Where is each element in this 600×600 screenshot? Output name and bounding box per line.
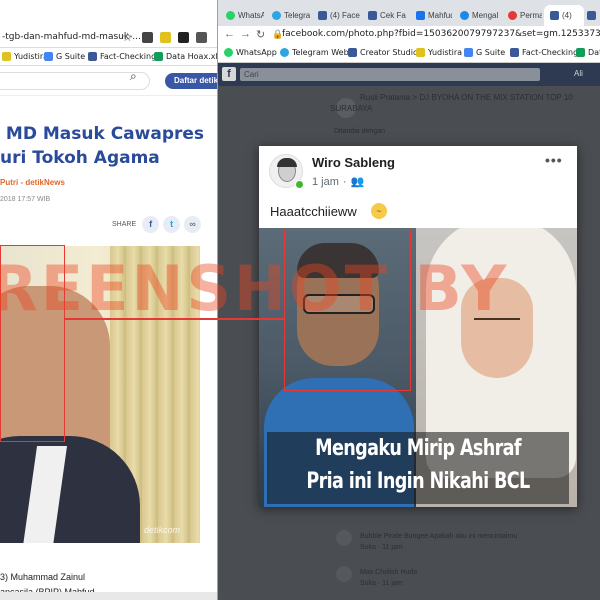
facebook-topbar: f Cari Ali: [218, 63, 600, 86]
comment-avatar: [336, 566, 352, 582]
facebook-icon: [318, 11, 327, 20]
facebook-logo-icon[interactable]: f: [222, 67, 236, 81]
facebook-icon: [88, 52, 97, 61]
daftar-button[interactable]: Daftar detik: [165, 73, 217, 89]
bookmark-item[interactable]: WhatsApp: [224, 48, 277, 57]
photo-watermark: detikcom: [143, 525, 180, 535]
telegram-icon: [272, 11, 281, 20]
dim-post-header: Rusli Pratama > DJ BYOHA ON THE MIX STAT…: [330, 93, 573, 113]
extension-icon[interactable]: [142, 32, 153, 43]
tab-active[interactable]: (4): [544, 5, 584, 26]
share-label: SHARE: [112, 220, 137, 228]
site-icon: [508, 11, 517, 20]
post-timestamp: 1 jam · 👥: [312, 175, 365, 189]
bookmark-item[interactable]: Fact-Checking: [510, 48, 578, 57]
bookmark-icon: [2, 52, 11, 61]
link-share-icon[interactable]: ∞: [184, 215, 202, 233]
bookmark-item[interactable]: Data: [576, 48, 600, 57]
gsuite-icon: [464, 48, 473, 57]
comment-text: Mas Cholish Huda Suka · 11 jam: [360, 569, 418, 587]
article-title: MD Masuk Cawapres uri Tokoh Agama: [0, 124, 205, 168]
left-address-bar[interactable]: -tgb-dan-mahfud-md-masuk-... ☆: [0, 28, 217, 48]
facebook-icon: [510, 48, 519, 57]
tab[interactable]: Perma: [502, 5, 542, 26]
bookmark-item[interactable]: G Suite: [464, 48, 505, 57]
tab[interactable]: Mahfud: [410, 5, 452, 26]
article-author[interactable]: Putri - detikNews: [0, 178, 65, 187]
bookmark-item[interactable]: Creator Studio: [348, 48, 418, 57]
forward-icon[interactable]: →: [240, 28, 251, 40]
post-text: Haaatcchiieww: [270, 204, 357, 219]
back-icon[interactable]: ←: [224, 28, 235, 40]
detik-search-input[interactable]: [0, 72, 150, 90]
reload-icon[interactable]: ↻: [256, 28, 265, 41]
image-caption-box: Mengaku Mirip Ashraf Pria ini Ingin Nika…: [267, 432, 569, 504]
facebook-search-input[interactable]: Cari: [240, 68, 540, 81]
sheets-icon: [576, 48, 585, 57]
caption-line-2: Pria ini Ingin Nikahi BCL: [306, 469, 530, 494]
facebook-icon: [550, 11, 559, 20]
facebook-icon: [348, 48, 357, 57]
sneezing-face-icon: ~: [371, 203, 387, 219]
horizontal-scrollbar[interactable]: [0, 592, 217, 600]
more-options-icon[interactable]: •••: [545, 152, 563, 168]
dim-post-sub: Ditandai dengan: [334, 128, 385, 135]
bookmark-item[interactable]: Yudistira: [2, 52, 48, 61]
bookmark-star-icon[interactable]: ☆: [122, 30, 133, 44]
post-author-name[interactable]: Wiro Sableng: [312, 155, 395, 170]
bookmark-item[interactable]: Data Hoax.xlsx -: [154, 52, 217, 61]
twitter-share-icon[interactable]: t: [163, 215, 181, 233]
doc-icon: [416, 11, 425, 20]
tab[interactable]: Mengal: [454, 5, 500, 26]
navigation-bar: ← → ↻ 🔒 facebook.com/photo.php?fbid=1503…: [218, 26, 600, 44]
profile-shortcut[interactable]: Ali: [574, 69, 583, 78]
bookmark-icon: [416, 48, 425, 57]
share-row: SHARE f t ∞: [112, 214, 202, 234]
telegram-icon: [280, 48, 289, 57]
facebook-icon: [587, 11, 596, 20]
search-icon[interactable]: ⌕: [130, 69, 137, 84]
screenshot-watermark: REENSHOT BY: [0, 252, 510, 325]
extension-icon[interactable]: [178, 32, 189, 43]
facebook-share-icon[interactable]: f: [142, 215, 160, 233]
site-icon: [460, 11, 469, 20]
bookmark-item[interactable]: Yudistira: [416, 48, 462, 57]
tab[interactable]: [584, 5, 600, 26]
bookmark-item[interactable]: G Suite: [44, 52, 85, 61]
tab-bar: WhatsA Telegra (4) Face Cek Fa Mahfud Me…: [218, 0, 600, 26]
comment-text: Bubble Pirate Bungee Apakah aku ini menc…: [360, 533, 518, 551]
extension-icon[interactable]: [196, 32, 207, 43]
right-bookmarks-bar: WhatsApp Telegram Web Creator Studio Yud…: [218, 44, 600, 63]
comment-avatar: [336, 530, 352, 546]
whatsapp-icon: [224, 48, 233, 57]
bookmark-item[interactable]: Fact-Checking: [88, 52, 156, 61]
online-status-icon: [295, 180, 304, 189]
left-url-text[interactable]: -tgb-dan-mahfud-md-masuk-...: [2, 32, 141, 42]
detik-header: ⌕ Daftar detik: [0, 66, 217, 96]
bookmark-item[interactable]: Telegram Web: [280, 48, 349, 57]
tab[interactable]: Cek Fa: [362, 5, 408, 26]
friends-icon: 👥: [350, 176, 365, 188]
tab[interactable]: (4) Face: [312, 5, 360, 26]
caption-line-1: Mengaku Mirip Ashraf: [315, 436, 521, 461]
facebook-icon: [368, 11, 377, 20]
article-date: 2018 17:57 WIB: [0, 196, 51, 203]
sheets-icon: [154, 52, 163, 61]
tab[interactable]: Telegra: [266, 5, 310, 26]
avatar-hair: [277, 158, 297, 167]
tab[interactable]: WhatsA: [220, 5, 264, 26]
left-bookmarks-bar: Yudistira G Suite Fact-Checking Data Hoa…: [0, 48, 217, 66]
extension-icon[interactable]: [160, 32, 171, 43]
gsuite-icon: [44, 52, 53, 61]
right-url-text[interactable]: facebook.com/photo.php?fbid=150362007979…: [282, 29, 600, 39]
whatsapp-icon: [226, 11, 235, 20]
